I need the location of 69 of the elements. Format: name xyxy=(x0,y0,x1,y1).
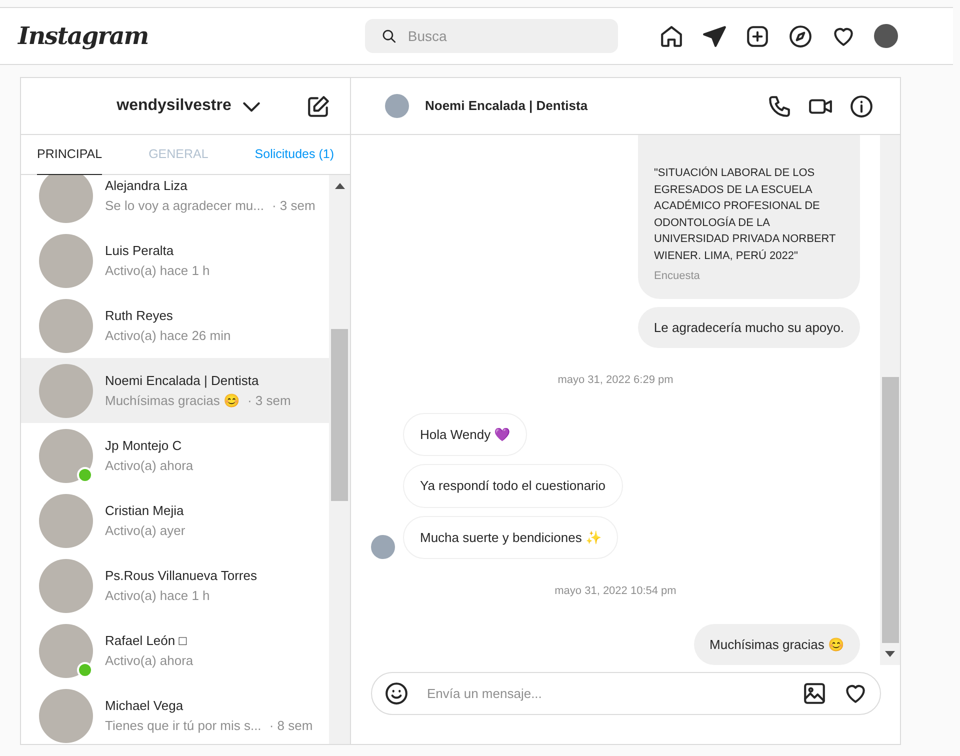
plus-square-icon[interactable] xyxy=(745,24,770,48)
message-bubble: Le agradecería mucho su apoyo. xyxy=(638,306,860,348)
scrollbar[interactable] xyxy=(329,175,350,744)
profile-avatar[interactable] xyxy=(874,24,898,48)
avatar xyxy=(39,298,93,352)
contact-name: Cristian Mejia xyxy=(105,502,185,520)
message-bubble: Muchísimas gracias 😊 xyxy=(694,624,860,665)
contact-avatar xyxy=(385,94,409,118)
conversation-item[interactable]: Noemi Encalada | Dentista Muchísimas gracias 😊 · 3 sem xyxy=(21,358,329,423)
online-dot xyxy=(77,466,93,482)
username: wendysilvestre xyxy=(116,96,232,116)
timestamp: mayo 31, 2022 10:54 pm xyxy=(554,584,676,599)
contact-name: Luis Peralta xyxy=(105,242,175,260)
compass-icon[interactable] xyxy=(788,24,813,48)
message-preview: Activo(a) hace 1 h xyxy=(105,262,210,280)
image-icon[interactable] xyxy=(802,681,827,706)
message-time: · 3 sem xyxy=(272,196,316,214)
message-bubble: Mucha suerte y bendiciones ✨ xyxy=(403,516,618,559)
message-preview: Muchísimas gracias 😊 xyxy=(105,392,240,410)
message-bubble: Hola Wendy 💜 xyxy=(403,412,528,456)
message-preview: Se lo voy a agradecer mu... xyxy=(105,196,264,215)
message-preview: Tienes que ir tú por mis s... xyxy=(105,716,262,735)
avatar xyxy=(39,558,93,612)
survey-card[interactable]: "SITUACIÓN LABORAL DE LOS EGRESADOS DE LA ESCUELA ACADÉMICO PROFESIONAL DE ODONTOLOGÍA DE LA UNIVERSIDAD PRIVADA NORBERT WIENER. LIMA, PERÚ 2022" Encuesta xyxy=(638,135,860,298)
paper-plane-icon[interactable] xyxy=(702,24,727,48)
scrollbar[interactable] xyxy=(880,135,900,665)
conversation-item[interactable]: Ps.Rous Villanueva Torres Activo(a) hace 1 h xyxy=(21,553,329,618)
contact-name: Rafael León □ xyxy=(105,632,188,650)
home-icon[interactable] xyxy=(659,24,684,48)
message-time: · 3 sem xyxy=(247,392,291,410)
message-preview: Activo(a) ahora xyxy=(105,652,194,670)
search-icon xyxy=(381,28,398,44)
contact-name: Ps.Rous Villanueva Torres xyxy=(105,567,257,585)
contact-name: Ruth Reyes xyxy=(105,307,174,325)
conversation-item[interactable]: Jp Montejo C Activo(a) ahora xyxy=(21,423,329,488)
conversation-item[interactable]: Ruth Reyes Activo(a) hace 26 min xyxy=(21,293,329,358)
avatar xyxy=(39,688,93,742)
compose-icon[interactable] xyxy=(306,94,331,119)
message-preview: Activo(a) hace 1 h xyxy=(105,586,210,605)
conversation-item[interactable]: Rafael León □ Activo(a) ahora xyxy=(21,618,329,683)
chat-title[interactable]: Noemi Encalada | Dentista xyxy=(425,96,588,116)
avatar xyxy=(39,364,93,418)
survey-caption: Encuesta xyxy=(654,269,701,284)
message-preview: Activo(a) ayer xyxy=(105,522,186,540)
conversation-item[interactable]: Luis Peralta Activo(a) hace 1 h xyxy=(21,228,329,293)
logo[interactable]: Instagram xyxy=(18,18,148,54)
message-preview: Activo(a) hace 26 min xyxy=(105,326,231,345)
message-field[interactable]: Envía un mensaje... xyxy=(371,672,881,715)
info-icon[interactable] xyxy=(849,94,874,118)
phone-icon[interactable] xyxy=(767,94,792,118)
emoji-icon[interactable] xyxy=(384,681,409,706)
account-switcher[interactable]: wendysilvestre xyxy=(106,94,264,118)
search-field[interactable]: Busca xyxy=(365,19,618,53)
message-preview: Activo(a) ahora xyxy=(105,456,194,475)
conversation-item[interactable]: Cristian Mejia Activo(a) ayer xyxy=(21,488,329,553)
message-bubble: Ya respondí todo el cuestionario xyxy=(403,464,622,508)
contact-name: Alejandra Liza xyxy=(105,177,188,195)
online-dot xyxy=(77,662,93,678)
conversation-item[interactable]: Alejandra Liza Se lo voy a agradecer mu... · 3 sem xyxy=(21,175,329,228)
search-input[interactable]: Busca xyxy=(406,24,602,48)
survey-title: "SITUACIÓN LABORAL DE LOS EGRESADOS DE LA ESCUELA ACADÉMICO PROFESIONAL DE ODONTOLOGÍA DE LA UNIVERSIDAD PRIVADA NORBERT WIENER. LIMA, PERÚ 2022" xyxy=(654,166,837,264)
message-time: · 8 sem xyxy=(269,716,313,734)
timestamp: mayo 31, 2022 6:29 pm xyxy=(558,373,674,388)
conversation-item[interactable]: Michael Vega Tienes que ir tú por mis s... · 8 sem xyxy=(21,683,329,744)
contact-name: Michael Vega xyxy=(105,697,184,715)
avatar xyxy=(39,234,93,288)
contact-name: Jp Montejo C xyxy=(105,437,183,455)
avatar xyxy=(39,175,93,222)
contact-name: Noemi Encalada | Dentista xyxy=(105,372,260,390)
